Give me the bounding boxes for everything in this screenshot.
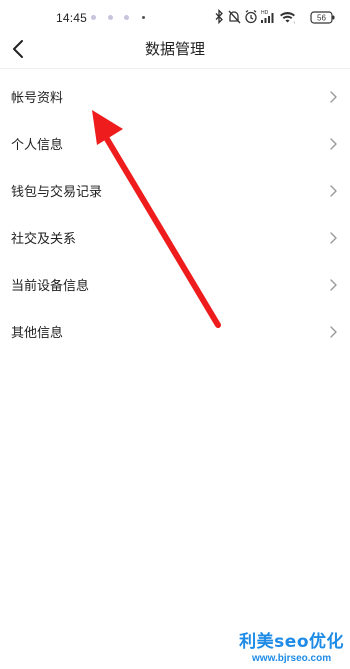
header-divider (0, 68, 350, 69)
chevron-right-icon (330, 91, 337, 103)
notification-dot-icon (142, 16, 145, 19)
data-management-menu: 帐号资料 个人信息 钱包与交易记录 社交及关系 当前设备信息 其他信息 (0, 73, 350, 355)
chevron-right-icon (330, 232, 337, 244)
alarm-icon (245, 9, 257, 24)
menu-item-social-relations[interactable]: 社交及关系 (0, 214, 350, 261)
svg-text:HD: HD (261, 10, 269, 16)
bluetooth-icon (215, 9, 223, 25)
chevron-right-icon (330, 185, 337, 197)
menu-item-label: 社交及关系 (11, 232, 77, 247)
menu-item-label: 个人信息 (11, 138, 64, 153)
menu-item-other-info[interactable]: 其他信息 (0, 308, 350, 355)
wifi-icon: ↑ (280, 12, 295, 25)
chevron-right-icon (330, 326, 337, 338)
notification-dot-icon (91, 15, 96, 20)
chevron-right-icon (330, 279, 337, 291)
menu-item-personal-info[interactable]: 个人信息 (0, 120, 350, 167)
menu-item-label: 当前设备信息 (11, 279, 90, 294)
menu-item-account-profile[interactable]: 帐号资料 (0, 73, 350, 120)
watermark: 利美seo优化 www.bjrseo.com (239, 634, 344, 664)
notification-dot-icon (108, 15, 113, 20)
chevron-right-icon (330, 138, 337, 150)
notification-dot-icon (124, 15, 129, 20)
watermark-url: www.bjrseo.com (252, 653, 332, 664)
menu-item-label: 帐号资料 (11, 91, 64, 106)
menu-item-label: 其他信息 (11, 326, 64, 341)
hd-signal-icon: HD (261, 10, 274, 23)
battery-level: 56 (317, 14, 326, 23)
status-bar: 14:45 HD ↑ 56 (0, 0, 350, 34)
svg-text:↑: ↑ (293, 20, 295, 25)
menu-item-wallet-transactions[interactable]: 钱包与交易记录 (0, 167, 350, 214)
status-icons: HD ↑ 56 (215, 9, 335, 25)
watermark-title: 利美seo优化 (239, 632, 344, 652)
menu-item-label: 钱包与交易记录 (11, 185, 103, 200)
mute-icon (228, 10, 241, 24)
menu-item-current-device-info[interactable]: 当前设备信息 (0, 261, 350, 308)
battery-icon: 56 (310, 11, 335, 24)
page-title: 数据管理 (144, 40, 205, 58)
status-time: 14:45 (56, 11, 88, 25)
top-nav-bar: 数据管理 (0, 34, 350, 68)
